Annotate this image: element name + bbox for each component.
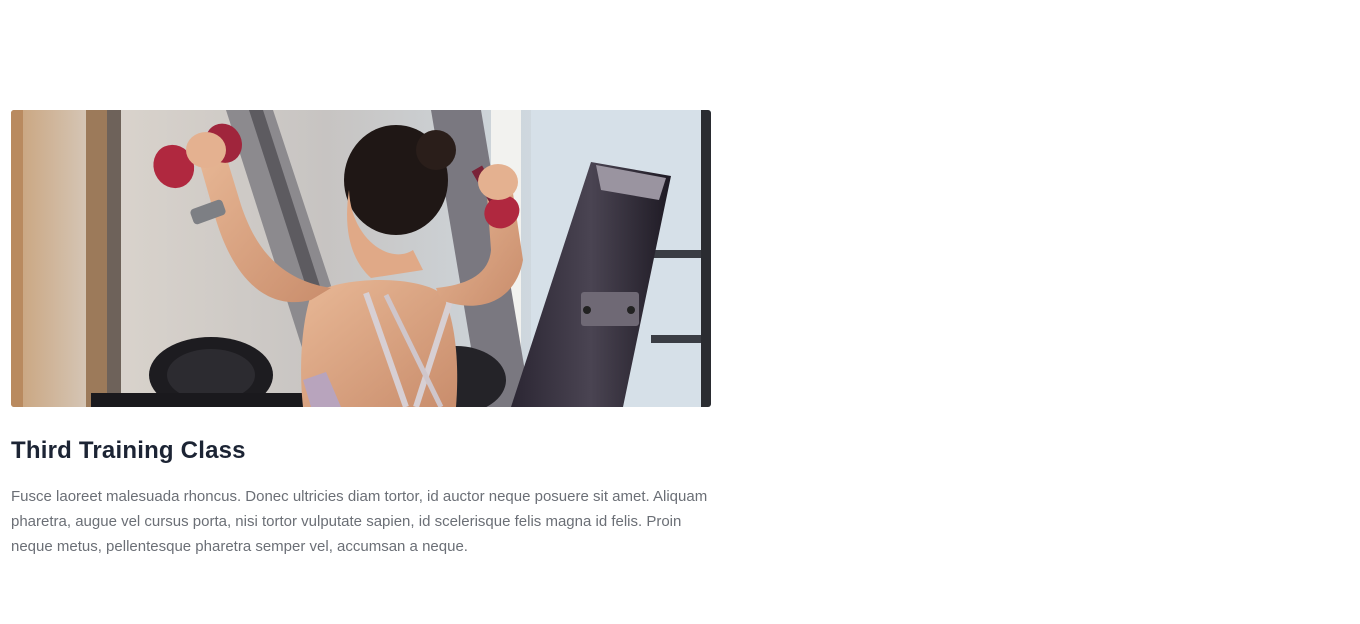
class-description: Fusce laoreet malesuada rhoncus. Donec u… [11,488,708,555]
gym-photo-illustration [11,110,711,407]
class-photo[interactable] [11,110,711,407]
training-class-card: Third Training Class Fusce laoreet males… [11,110,711,555]
class-title[interactable]: Third Training Class [11,436,246,466]
